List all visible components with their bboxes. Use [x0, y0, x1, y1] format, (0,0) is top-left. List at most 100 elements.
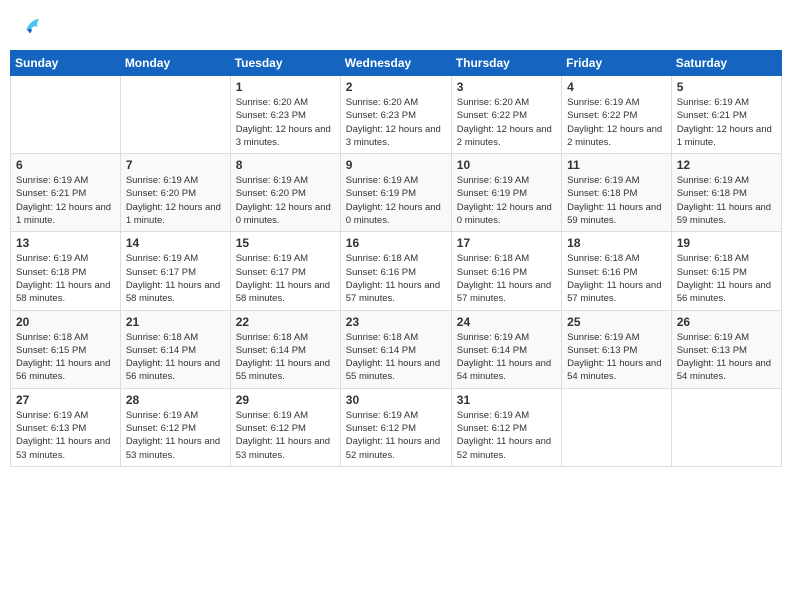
day-number: 5: [677, 80, 776, 94]
calendar-cell: 21 Sunrise: 6:18 AM Sunset: 6:14 PM Dayli…: [120, 310, 230, 388]
calendar-cell: [120, 76, 230, 154]
weekday-header-sunday: Sunday: [11, 51, 121, 76]
day-number: 25: [567, 315, 666, 329]
day-number: 11: [567, 158, 666, 172]
day-info: Sunrise: 6:19 AM Sunset: 6:13 PM Dayligh…: [16, 409, 115, 462]
day-info: Sunrise: 6:19 AM Sunset: 6:18 PM Dayligh…: [677, 174, 776, 227]
calendar-cell: 14 Sunrise: 6:19 AM Sunset: 6:17 PM Dayli…: [120, 232, 230, 310]
day-number: 18: [567, 236, 666, 250]
day-info: Sunrise: 6:18 AM Sunset: 6:15 PM Dayligh…: [16, 331, 115, 384]
calendar-cell: 22 Sunrise: 6:18 AM Sunset: 6:14 PM Dayli…: [230, 310, 340, 388]
calendar-cell: 24 Sunrise: 6:19 AM Sunset: 6:14 PM Dayli…: [451, 310, 561, 388]
calendar-cell: 27 Sunrise: 6:19 AM Sunset: 6:13 PM Dayli…: [11, 388, 121, 466]
day-info: Sunrise: 6:20 AM Sunset: 6:22 PM Dayligh…: [457, 96, 556, 149]
weekday-header-wednesday: Wednesday: [340, 51, 451, 76]
calendar-week-row: 6Sunrise: 6:19 AM Sunset: 6:21 PM Daylig…: [11, 154, 782, 232]
day-info: Sunrise: 6:20 AM Sunset: 6:23 PM Dayligh…: [346, 96, 446, 149]
calendar-cell: 11 Sunrise: 6:19 AM Sunset: 6:18 PM Dayli…: [562, 154, 672, 232]
logo-bird-icon: [20, 14, 44, 38]
day-info: Sunrise: 6:19 AM Sunset: 6:12 PM Dayligh…: [457, 409, 556, 462]
calendar-cell: 17 Sunrise: 6:18 AM Sunset: 6:16 PM Dayli…: [451, 232, 561, 310]
day-info: Sunrise: 6:18 AM Sunset: 6:14 PM Dayligh…: [126, 331, 225, 384]
calendar-cell: 7 Sunrise: 6:19 AM Sunset: 6:20 PM Daylig…: [120, 154, 230, 232]
calendar-cell: 23 Sunrise: 6:18 AM Sunset: 6:14 PM Dayli…: [340, 310, 451, 388]
day-info: Sunrise: 6:19 AM Sunset: 6:12 PM Dayligh…: [236, 409, 335, 462]
calendar-week-row: 27 Sunrise: 6:19 AM Sunset: 6:13 PM Dayli…: [11, 388, 782, 466]
calendar-table: SundayMondayTuesdayWednesdayThursdayFrid…: [10, 50, 782, 467]
calendar-cell: 12 Sunrise: 6:19 AM Sunset: 6:18 PM Dayli…: [671, 154, 781, 232]
day-number: 15: [236, 236, 335, 250]
day-number: 17: [457, 236, 556, 250]
day-info: Sunrise: 6:19 AM Sunset: 6:19 PM Dayligh…: [457, 174, 556, 227]
calendar-cell: [562, 388, 672, 466]
calendar-cell: 3 Sunrise: 6:20 AM Sunset: 6:22 PM Daylig…: [451, 76, 561, 154]
day-number: 7: [126, 158, 225, 172]
day-info: Sunrise: 6:19 AM Sunset: 6:22 PM Dayligh…: [567, 96, 666, 149]
day-number: 16: [346, 236, 446, 250]
day-info: Sunrise: 6:19 AM Sunset: 6:13 PM Dayligh…: [567, 331, 666, 384]
day-number: 23: [346, 315, 446, 329]
day-number: 27: [16, 393, 115, 407]
day-number: 22: [236, 315, 335, 329]
calendar-cell: 10Sunrise: 6:19 AM Sunset: 6:19 PM Dayli…: [451, 154, 561, 232]
calendar-week-row: 20 Sunrise: 6:18 AM Sunset: 6:15 PM Dayli…: [11, 310, 782, 388]
day-number: 13: [16, 236, 115, 250]
day-info: Sunrise: 6:19 AM Sunset: 6:18 PM Dayligh…: [16, 252, 115, 305]
day-info: Sunrise: 6:19 AM Sunset: 6:18 PM Dayligh…: [567, 174, 666, 227]
day-info: Sunrise: 6:19 AM Sunset: 6:13 PM Dayligh…: [677, 331, 776, 384]
day-info: Sunrise: 6:19 AM Sunset: 6:20 PM Dayligh…: [126, 174, 225, 227]
day-info: Sunrise: 6:18 AM Sunset: 6:16 PM Dayligh…: [346, 252, 446, 305]
calendar-cell: 1Sunrise: 6:20 AM Sunset: 6:23 PM Daylig…: [230, 76, 340, 154]
calendar-cell: [11, 76, 121, 154]
calendar-cell: 5 Sunrise: 6:19 AM Sunset: 6:21 PM Daylig…: [671, 76, 781, 154]
weekday-header-thursday: Thursday: [451, 51, 561, 76]
day-info: Sunrise: 6:19 AM Sunset: 6:21 PM Dayligh…: [677, 96, 776, 149]
calendar-cell: 20 Sunrise: 6:18 AM Sunset: 6:15 PM Dayli…: [11, 310, 121, 388]
calendar-cell: 18 Sunrise: 6:18 AM Sunset: 6:16 PM Dayli…: [562, 232, 672, 310]
day-info: Sunrise: 6:19 AM Sunset: 6:19 PM Dayligh…: [346, 174, 446, 227]
day-info: Sunrise: 6:19 AM Sunset: 6:12 PM Dayligh…: [126, 409, 225, 462]
day-info: Sunrise: 6:19 AM Sunset: 6:17 PM Dayligh…: [236, 252, 335, 305]
calendar-header-row: SundayMondayTuesdayWednesdayThursdayFrid…: [11, 51, 782, 76]
calendar-cell: 26 Sunrise: 6:19 AM Sunset: 6:13 PM Dayli…: [671, 310, 781, 388]
day-info: Sunrise: 6:18 AM Sunset: 6:16 PM Dayligh…: [567, 252, 666, 305]
calendar-cell: 25 Sunrise: 6:19 AM Sunset: 6:13 PM Dayli…: [562, 310, 672, 388]
day-number: 21: [126, 315, 225, 329]
day-number: 30: [346, 393, 446, 407]
day-info: Sunrise: 6:20 AM Sunset: 6:23 PM Dayligh…: [236, 96, 335, 149]
day-number: 24: [457, 315, 556, 329]
calendar-cell: 6Sunrise: 6:19 AM Sunset: 6:21 PM Daylig…: [11, 154, 121, 232]
day-info: Sunrise: 6:18 AM Sunset: 6:14 PM Dayligh…: [236, 331, 335, 384]
calendar-cell: 8Sunrise: 6:19 AM Sunset: 6:20 PM Daylig…: [230, 154, 340, 232]
calendar-cell: 2 Sunrise: 6:20 AM Sunset: 6:23 PM Daylig…: [340, 76, 451, 154]
weekday-header-monday: Monday: [120, 51, 230, 76]
calendar-cell: 4 Sunrise: 6:19 AM Sunset: 6:22 PM Daylig…: [562, 76, 672, 154]
day-info: Sunrise: 6:18 AM Sunset: 6:14 PM Dayligh…: [346, 331, 446, 384]
day-number: 2: [346, 80, 446, 94]
day-number: 14: [126, 236, 225, 250]
day-number: 9: [346, 158, 446, 172]
calendar-cell: 30Sunrise: 6:19 AM Sunset: 6:12 PM Dayli…: [340, 388, 451, 466]
calendar-cell: 19 Sunrise: 6:18 AM Sunset: 6:15 PM Dayli…: [671, 232, 781, 310]
day-number: 31: [457, 393, 556, 407]
day-number: 26: [677, 315, 776, 329]
day-number: 3: [457, 80, 556, 94]
day-info: Sunrise: 6:19 AM Sunset: 6:17 PM Dayligh…: [126, 252, 225, 305]
day-number: 19: [677, 236, 776, 250]
day-number: 12: [677, 158, 776, 172]
calendar-cell: [671, 388, 781, 466]
day-info: Sunrise: 6:19 AM Sunset: 6:21 PM Dayligh…: [16, 174, 115, 227]
day-info: Sunrise: 6:19 AM Sunset: 6:14 PM Dayligh…: [457, 331, 556, 384]
day-number: 8: [236, 158, 335, 172]
day-number: 4: [567, 80, 666, 94]
calendar-cell: 16 Sunrise: 6:18 AM Sunset: 6:16 PM Dayli…: [340, 232, 451, 310]
logo: [16, 14, 44, 38]
calendar-cell: 28 Sunrise: 6:19 AM Sunset: 6:12 PM Dayli…: [120, 388, 230, 466]
day-number: 28: [126, 393, 225, 407]
day-info: Sunrise: 6:18 AM Sunset: 6:16 PM Dayligh…: [457, 252, 556, 305]
calendar-cell: 31 Sunrise: 6:19 AM Sunset: 6:12 PM Dayli…: [451, 388, 561, 466]
calendar-cell: 29Sunrise: 6:19 AM Sunset: 6:12 PM Dayli…: [230, 388, 340, 466]
weekday-header-saturday: Saturday: [671, 51, 781, 76]
day-number: 20: [16, 315, 115, 329]
day-info: Sunrise: 6:18 AM Sunset: 6:15 PM Dayligh…: [677, 252, 776, 305]
